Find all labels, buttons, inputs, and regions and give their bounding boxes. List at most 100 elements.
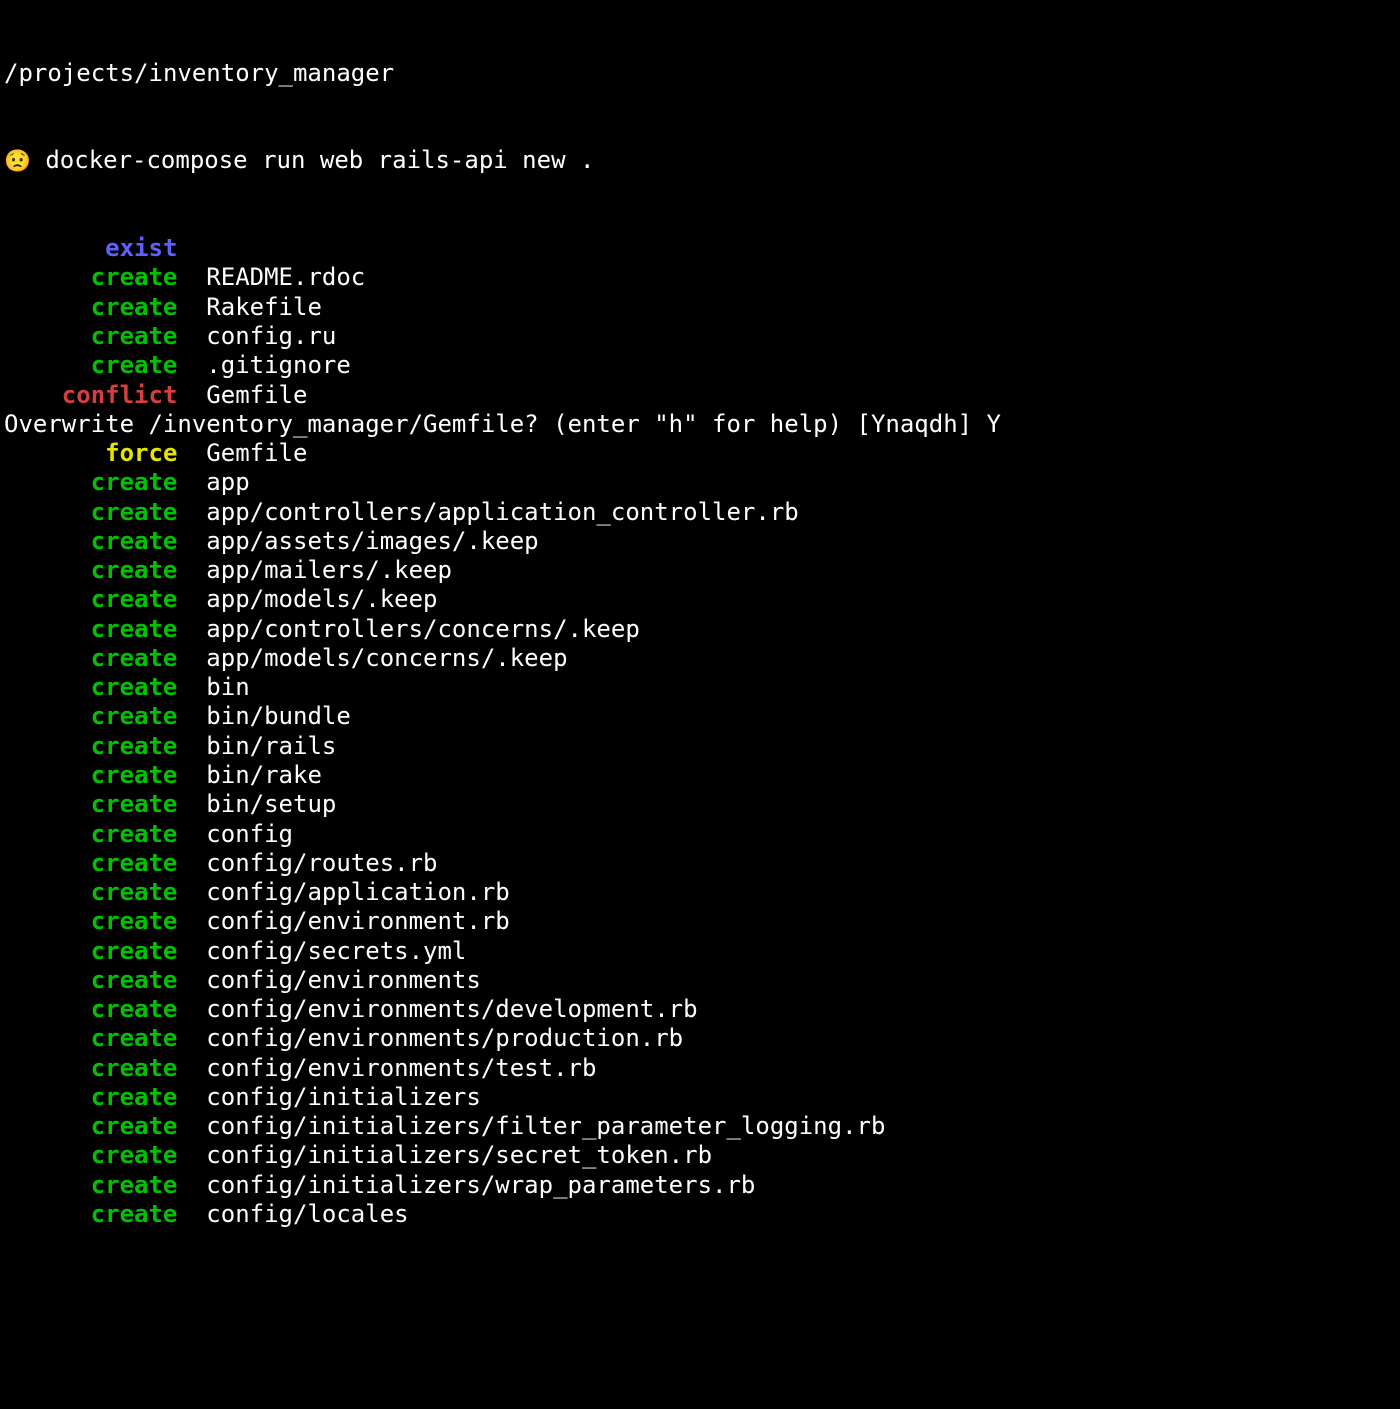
file-path: config/initializers/filter_parameter_log… bbox=[206, 1112, 885, 1141]
output-line: create config/initializers/filter_parame… bbox=[4, 1112, 1396, 1141]
status-create: create bbox=[4, 556, 177, 585]
prompt-command: docker-compose run web rails-api new . bbox=[31, 146, 595, 174]
status-create: create bbox=[4, 937, 177, 966]
file-path: config/environments bbox=[206, 966, 481, 995]
status-create: create bbox=[4, 1083, 177, 1112]
status-create: create bbox=[4, 1112, 177, 1141]
output-line: create config/routes.rb bbox=[4, 849, 1396, 878]
output-line: create app/mailers/.keep bbox=[4, 556, 1396, 585]
status-create: create bbox=[4, 849, 177, 878]
status-create: create bbox=[4, 1054, 177, 1083]
file-path: config/environments/production.rb bbox=[206, 1024, 683, 1053]
file-path: config bbox=[206, 820, 293, 849]
status-create: create bbox=[4, 790, 177, 819]
status-create: create bbox=[4, 878, 177, 907]
file-path: config/routes.rb bbox=[206, 849, 437, 878]
output-line: create .gitignore bbox=[4, 351, 1396, 380]
status-create: create bbox=[4, 585, 177, 614]
file-path: config/locales bbox=[206, 1200, 408, 1229]
status-create: create bbox=[4, 263, 177, 292]
file-path: bin/bundle bbox=[206, 702, 351, 731]
status-force: force bbox=[4, 439, 177, 468]
file-path: .gitignore bbox=[206, 351, 351, 380]
file-path: app bbox=[206, 468, 249, 497]
output-line: create bin/rails bbox=[4, 732, 1396, 761]
file-path: bin/setup bbox=[206, 790, 336, 819]
status-create: create bbox=[4, 702, 177, 731]
output-line: create config bbox=[4, 820, 1396, 849]
file-path: app/mailers/.keep bbox=[206, 556, 452, 585]
output-line: create config/locales bbox=[4, 1200, 1396, 1229]
file-path: Gemfile bbox=[206, 439, 307, 468]
output-line: force Gemfile bbox=[4, 439, 1396, 468]
file-path: Rakefile bbox=[206, 293, 322, 322]
status-exist: exist bbox=[4, 234, 177, 263]
status-create: create bbox=[4, 966, 177, 995]
status-create: create bbox=[4, 761, 177, 790]
file-path: config.ru bbox=[206, 322, 336, 351]
output-line: create config/environments/development.r… bbox=[4, 995, 1396, 1024]
status-create: create bbox=[4, 351, 177, 380]
file-path: bin bbox=[206, 673, 249, 702]
file-path: README.rdoc bbox=[206, 263, 365, 292]
output-line: create config/application.rb bbox=[4, 878, 1396, 907]
output-line: create config/environments bbox=[4, 966, 1396, 995]
output-line: create bin/bundle bbox=[4, 702, 1396, 731]
file-path: config/initializers bbox=[206, 1083, 481, 1112]
status-create: create bbox=[4, 322, 177, 351]
file-path: app/assets/images/.keep bbox=[206, 527, 538, 556]
file-path: config/application.rb bbox=[206, 878, 509, 907]
output-line: exist bbox=[4, 234, 1396, 263]
status-create: create bbox=[4, 1200, 177, 1229]
output-line: create bin/rake bbox=[4, 761, 1396, 790]
output-line: create app bbox=[4, 468, 1396, 497]
file-path: config/secrets.yml bbox=[206, 937, 466, 966]
file-path: config/environments/test.rb bbox=[206, 1054, 596, 1083]
output-line: create config/initializers/wrap_paramete… bbox=[4, 1171, 1396, 1200]
status-create: create bbox=[4, 995, 177, 1024]
prompt-emoji-icon: 😟 bbox=[4, 149, 31, 174]
output-line: create bin bbox=[4, 673, 1396, 702]
status-create: create bbox=[4, 468, 177, 497]
output-line: create app/assets/images/.keep bbox=[4, 527, 1396, 556]
output-line: create config/environment.rb bbox=[4, 907, 1396, 936]
file-path: app/models/.keep bbox=[206, 585, 437, 614]
file-path: app/controllers/application_controller.r… bbox=[206, 498, 798, 527]
output-line: create Rakefile bbox=[4, 293, 1396, 322]
status-create: create bbox=[4, 1024, 177, 1053]
file-path: bin/rails bbox=[206, 732, 336, 761]
status-create: create bbox=[4, 907, 177, 936]
output-line: create app/controllers/application_contr… bbox=[4, 498, 1396, 527]
output-line: create config/initializers/secret_token.… bbox=[4, 1141, 1396, 1170]
status-create: create bbox=[4, 293, 177, 322]
status-create: create bbox=[4, 615, 177, 644]
file-path: config/initializers/wrap_parameters.rb bbox=[206, 1171, 755, 1200]
prompt-line: 😟 docker-compose run web rails-api new . bbox=[4, 146, 1396, 175]
file-path: bin/rake bbox=[206, 761, 322, 790]
status-create: create bbox=[4, 498, 177, 527]
file-path: app/controllers/concerns/.keep bbox=[206, 615, 639, 644]
status-create: create bbox=[4, 673, 177, 702]
file-path: config/environments/development.rb bbox=[206, 995, 697, 1024]
status-conflict: conflict bbox=[4, 381, 177, 410]
status-create: create bbox=[4, 1171, 177, 1200]
output-line: create config/initializers bbox=[4, 1083, 1396, 1112]
status-create: create bbox=[4, 820, 177, 849]
terminal-output[interactable]: /projects/inventory_manager 😟 docker-com… bbox=[0, 0, 1400, 1259]
overwrite-prompt: Overwrite /inventory_manager/Gemfile? (e… bbox=[4, 410, 1396, 439]
file-path: Gemfile bbox=[206, 381, 307, 410]
status-create: create bbox=[4, 644, 177, 673]
output-line: create app/controllers/concerns/.keep bbox=[4, 615, 1396, 644]
status-create: create bbox=[4, 732, 177, 761]
output-line: create app/models/concerns/.keep bbox=[4, 644, 1396, 673]
output-line: create README.rdoc bbox=[4, 263, 1396, 292]
output-line: create app/models/.keep bbox=[4, 585, 1396, 614]
file-path: config/environment.rb bbox=[206, 907, 509, 936]
output-line: create bin/setup bbox=[4, 790, 1396, 819]
output-line: create config/secrets.yml bbox=[4, 937, 1396, 966]
cwd-path: /projects/inventory_manager bbox=[4, 59, 1396, 88]
output-line: create config/environments/test.rb bbox=[4, 1054, 1396, 1083]
file-path: config/initializers/secret_token.rb bbox=[206, 1141, 712, 1170]
status-create: create bbox=[4, 1141, 177, 1170]
output-line: conflict Gemfile bbox=[4, 381, 1396, 410]
